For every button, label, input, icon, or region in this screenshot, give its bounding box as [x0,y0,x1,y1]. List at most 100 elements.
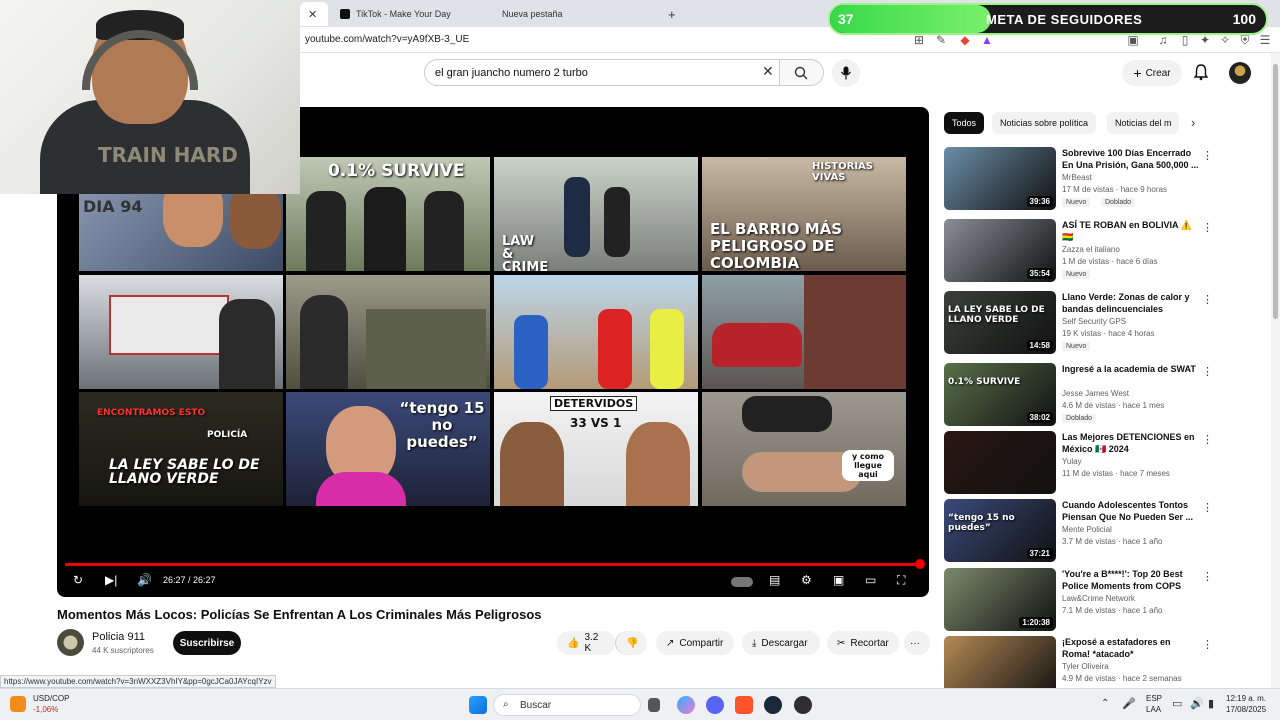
fullscreen-icon[interactable]: ⛶ [897,573,905,588]
recommendation-thumbnail[interactable]: LA LEY SABE LO DE LLANO VERDE 14:58 [944,291,1056,354]
close-icon[interactable]: ✕ [308,8,317,21]
recommendation-title[interactable]: ASÍ TE ROBAN en BOLIVIA ⚠️ 🇧🇴 [1062,219,1200,243]
search-button[interactable] [780,59,824,86]
copilot-icon[interactable] [677,696,695,714]
subscribe-button[interactable]: Suscribirse [173,631,241,655]
recommendation-title[interactable]: Ingresé a la academia de SWAT [1062,363,1200,375]
recommendation-channel[interactable]: Self Security GPS [1062,317,1126,326]
puzzle-icon[interactable]: ✧ [1218,33,1232,47]
theater-mode-icon[interactable]: ▭ [865,573,876,587]
sidebar-icon[interactable]: ▯ [1178,33,1192,47]
rewards-icon[interactable]: ▲ [980,33,994,47]
tab-youtube[interactable]: ✕ [300,2,328,26]
mic-tray-icon[interactable]: 🎤 [1122,697,1136,710]
more-options-icon[interactable]: ⋮ [1202,433,1213,446]
recommendation-title[interactable]: Cuando Adolescentes Tontos Piensan Que N… [1062,499,1200,523]
more-options-icon[interactable]: ⋮ [1202,365,1213,378]
new-tab-button[interactable]: + [660,2,680,26]
chip-noticias[interactable]: Noticias del m [1107,112,1179,134]
recommendation-item[interactable]: LA LEY SABE LO DE LLANO VERDE 14:58 Llano … [944,291,1264,355]
like-button[interactable]: 👍 3.2 K [557,631,615,655]
recommendation-title[interactable]: ¡Exposé a estafadores en Roma! *atacado* [1062,636,1200,660]
network-icon[interactable]: ▭ [1172,697,1182,710]
channel-name[interactable]: Policia 911 [92,631,145,643]
discord-icon[interactable] [706,696,724,714]
install-icon[interactable]: ⊞ [912,33,926,47]
windows-start-icon[interactable] [469,696,487,714]
volume-icon[interactable]: 🔊 [137,573,152,587]
recommendation-channel[interactable]: Tyler Oliveira [1062,662,1109,671]
recommendation-channel[interactable]: Yulay [1062,457,1082,466]
recommendation-title[interactable]: Llano Verde: Zonas de calor y bandas del… [1062,291,1200,315]
chevron-up-icon[interactable]: ⌃ [1101,698,1109,709]
more-options-icon[interactable]: ⋮ [1202,570,1213,583]
share-button[interactable]: ↗ Compartir [656,631,734,655]
autoplay-toggle[interactable] [731,577,753,587]
settings-icon[interactable]: ⚙ [801,573,812,587]
recommendation-title[interactable]: 'You're a B****!': Top 20 Best Police Mo… [1062,568,1200,592]
tab-new[interactable]: Nueva pestaña [494,2,654,26]
more-actions-button[interactable]: ··· [904,631,930,655]
recommendation-thumbnail[interactable] [944,431,1056,494]
voice-search-button[interactable] [832,59,860,87]
clock-time[interactable]: 12:19 a. m. [1226,694,1266,703]
search-input[interactable]: el gran juancho numero 2 turbo [424,59,780,86]
bell-icon[interactable] [1192,63,1210,81]
extensions-icon[interactable]: ✦ [1198,33,1212,47]
recommendation-thumbnail[interactable]: 1:20:38 [944,568,1056,631]
recommendation-item[interactable]: “tengo 15 no puedes” 37:21 Cuando Adolesce… [944,499,1264,563]
recommendation-item[interactable]: 35:54 ASÍ TE ROBAN en BOLIVIA ⚠️ 🇧🇴 Zazza … [944,219,1264,283]
edit-icon[interactable]: ✎ [934,33,948,47]
recommendation-channel[interactable]: Law&Crime Network [1062,594,1135,603]
steam-icon[interactable] [764,696,782,714]
recommendation-channel[interactable]: Jesse James West [1062,389,1129,398]
recommendation-item[interactable]: 1:20:38 'You're a B****!': Top 20 Best Po… [944,568,1264,632]
channel-avatar[interactable] [57,629,84,656]
more-options-icon[interactable]: ⋮ [1202,501,1213,514]
account-avatar[interactable] [1229,62,1251,84]
scrollbar-thumb[interactable] [1273,64,1278,319]
music-icon[interactable]: ♫ [1156,33,1170,47]
recommendation-item[interactable]: Las Mejores DETENCIONES en México 🇲🇽 202… [944,431,1264,495]
clip-button[interactable]: ✂ Recortar [827,631,899,655]
download-button[interactable]: ⤓ Descargar [742,631,820,655]
recommendation-item[interactable]: 0.1% SURVIVE 38:02 Ingresé a la academia d… [944,363,1264,427]
clear-search-icon[interactable]: ✕ [762,63,774,80]
url-field[interactable]: youtube.com/watch?v=yA9fXB-3_UE [305,34,469,45]
menu-icon[interactable]: ☰ [1258,33,1272,47]
dislike-button[interactable]: 👎 [615,631,647,655]
recommendation-thumbnail[interactable]: 0.1% SURVIVE 38:02 [944,363,1056,426]
miniplayer-icon[interactable]: ▣ [833,573,844,587]
chip-todos[interactable]: Todos [944,112,985,134]
chevron-right-icon[interactable]: › [1191,115,1195,130]
tab-tiktok[interactable]: TikTok - Make Your Day [332,2,492,26]
ticker-name[interactable]: USD/COP [33,694,69,703]
speaker-icon[interactable]: 🔊 [1190,697,1204,710]
replay-icon[interactable]: ↻ [73,573,83,587]
recommendation-thumbnail[interactable]: “tengo 15 no puedes” 37:21 [944,499,1056,562]
screenshot-icon[interactable]: ▣ [1126,33,1140,47]
next-icon[interactable]: ▶| [105,573,117,587]
recommendation-channel[interactable]: Mente Policial [1062,525,1112,534]
recommendation-channel[interactable]: Zazza el italiano [1062,245,1120,254]
recommendation-title[interactable]: Las Mejores DETENCIONES en México 🇲🇽 202… [1062,431,1200,455]
language-code[interactable]: ESP [1146,694,1162,703]
recommendation-item[interactable]: 39:36 Sobrevive 100 Días Encerrado En Una… [944,147,1264,211]
brave-shield-icon[interactable]: ◆ [958,33,972,47]
subtitles-icon[interactable]: ▤ [769,573,780,587]
shield-icon[interactable]: ⛨ [1238,33,1252,47]
scrubber-handle[interactable] [915,559,925,569]
more-options-icon[interactable]: ⋮ [1202,293,1213,306]
more-options-icon[interactable]: ⋮ [1202,149,1213,162]
taskbar-search[interactable]: ⌕ Buscar [493,694,641,716]
brave-icon[interactable] [735,696,753,714]
chip-politica[interactable]: Noticias sobre política [992,112,1097,134]
progress-bar[interactable] [65,563,921,566]
task-view-icon[interactable] [648,698,660,712]
recommendation-thumbnail[interactable]: 39:36 [944,147,1056,210]
recommendation-channel[interactable]: MrBeast [1062,173,1092,182]
obs-icon[interactable] [794,696,812,714]
more-options-icon[interactable]: ⋮ [1202,638,1213,651]
recommendation-thumbnail[interactable]: 35:54 [944,219,1056,282]
battery-icon[interactable]: ▮ [1208,697,1214,710]
